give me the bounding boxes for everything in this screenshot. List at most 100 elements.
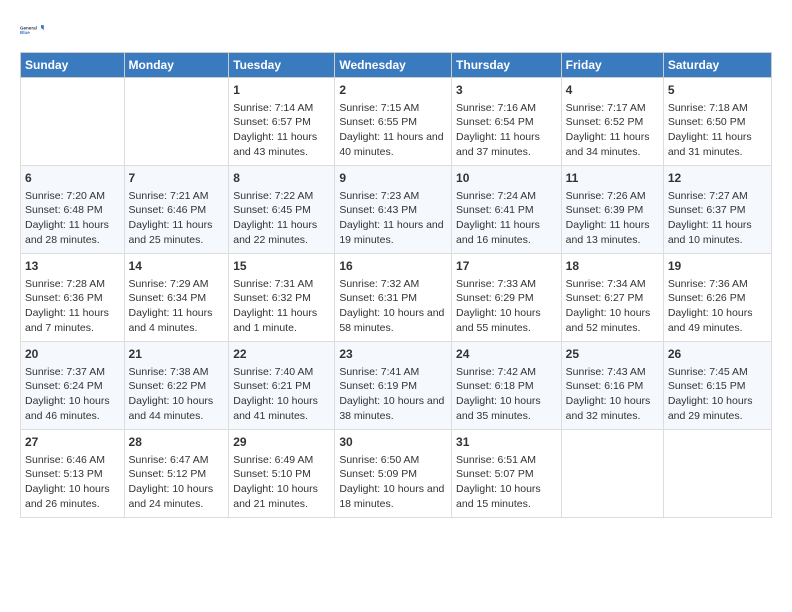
- day-number: 9: [339, 170, 447, 187]
- calendar-cell: 17Sunrise: 7:33 AM Sunset: 6:29 PM Dayli…: [452, 254, 562, 342]
- calendar-cell: 10 Sunrise: 7:24 AM Sunset: 6:41 PM Dayli…: [452, 166, 562, 254]
- calendar-cell: 3Sunrise: 7:16 AM Sunset: 6:54 PM Daylig…: [452, 78, 562, 166]
- calendar-cell: 7 Sunrise: 7:21 AM Sunset: 6:46 PM Daylig…: [124, 166, 229, 254]
- column-header-tuesday: Tuesday: [229, 53, 335, 78]
- day-number: 2: [339, 82, 447, 99]
- day-number: 6: [25, 170, 120, 187]
- cell-content: Sunrise: 7:29 AM Sunset: 6:34 PM Dayligh…: [129, 277, 225, 336]
- calendar-week-row: 6 Sunrise: 7:20 AM Sunset: 6:48 PM Daylig…: [21, 166, 772, 254]
- day-number: 4: [566, 82, 659, 99]
- calendar-week-row: 1Sunrise: 7:14 AM Sunset: 6:57 PM Daylig…: [21, 78, 772, 166]
- calendar-week-row: 27 Sunrise: 6:46 AM Sunset: 5:13 PM Dayli…: [21, 430, 772, 518]
- cell-content: Sunrise: 7:17 AM Sunset: 6:52 PM Dayligh…: [566, 101, 659, 160]
- calendar-cell: 19 Sunrise: 7:36 AM Sunset: 6:26 PM Dayli…: [663, 254, 771, 342]
- day-number: 26: [668, 346, 767, 363]
- day-number: 11: [566, 170, 659, 187]
- day-number: 1: [233, 82, 330, 99]
- calendar-cell: [663, 430, 771, 518]
- cell-content: Sunrise: 7:32 AM Sunset: 6:31 PM Dayligh…: [339, 277, 447, 336]
- cell-content: Sunrise: 7:22 AM Sunset: 6:45 PM Dayligh…: [233, 189, 330, 248]
- calendar-cell: [21, 78, 125, 166]
- cell-content: Sunrise: 7:24 AM Sunset: 6:41 PM Dayligh…: [456, 189, 557, 248]
- calendar-cell: 15 Sunrise: 7:31 AM Sunset: 6:32 PM Dayli…: [229, 254, 335, 342]
- calendar-cell: 30 Sunrise: 6:50 AM Sunset: 5:09 PM Dayli…: [335, 430, 452, 518]
- calendar-cell: 9Sunrise: 7:23 AM Sunset: 6:43 PM Daylig…: [335, 166, 452, 254]
- column-header-saturday: Saturday: [663, 53, 771, 78]
- day-number: 17: [456, 258, 557, 275]
- cell-content: Sunrise: 7:38 AM Sunset: 6:22 PM Dayligh…: [129, 365, 225, 424]
- day-number: 14: [129, 258, 225, 275]
- day-number: 23: [339, 346, 447, 363]
- day-number: 24: [456, 346, 557, 363]
- day-number: 28: [129, 434, 225, 451]
- day-number: 16: [339, 258, 447, 275]
- day-number: 22: [233, 346, 330, 363]
- cell-content: Sunrise: 7:18 AM Sunset: 6:50 PM Dayligh…: [668, 101, 767, 160]
- calendar-cell: 4 Sunrise: 7:17 AM Sunset: 6:52 PM Daylig…: [561, 78, 663, 166]
- cell-content: Sunrise: 7:42 AM Sunset: 6:18 PM Dayligh…: [456, 365, 557, 424]
- day-number: 19: [668, 258, 767, 275]
- day-number: 7: [129, 170, 225, 187]
- calendar-cell: 29Sunrise: 6:49 AM Sunset: 5:10 PM Dayli…: [229, 430, 335, 518]
- day-number: 27: [25, 434, 120, 451]
- day-number: 5: [668, 82, 767, 99]
- calendar-cell: 23 Sunrise: 7:41 AM Sunset: 6:19 PM Dayli…: [335, 342, 452, 430]
- cell-content: Sunrise: 6:50 AM Sunset: 5:09 PM Dayligh…: [339, 453, 447, 512]
- calendar-cell: [561, 430, 663, 518]
- day-number: 15: [233, 258, 330, 275]
- calendar-cell: 18 Sunrise: 7:34 AM Sunset: 6:27 PM Dayli…: [561, 254, 663, 342]
- day-number: 18: [566, 258, 659, 275]
- day-number: 10: [456, 170, 557, 187]
- day-number: 31: [456, 434, 557, 451]
- calendar-cell: 24 Sunrise: 7:42 AM Sunset: 6:18 PM Dayli…: [452, 342, 562, 430]
- column-header-friday: Friday: [561, 53, 663, 78]
- cell-content: Sunrise: 6:46 AM Sunset: 5:13 PM Dayligh…: [25, 453, 120, 512]
- calendar-cell: 11 Sunrise: 7:26 AM Sunset: 6:39 PM Dayli…: [561, 166, 663, 254]
- day-number: 20: [25, 346, 120, 363]
- calendar-cell: 14 Sunrise: 7:29 AM Sunset: 6:34 PM Dayli…: [124, 254, 229, 342]
- day-number: 13: [25, 258, 120, 275]
- day-number: 21: [129, 346, 225, 363]
- calendar-cell: 13Sunrise: 7:28 AM Sunset: 6:36 PM Dayli…: [21, 254, 125, 342]
- calendar-body: 1Sunrise: 7:14 AM Sunset: 6:57 PM Daylig…: [21, 78, 772, 518]
- logo: GeneralBlue: [20, 16, 48, 44]
- calendar-week-row: 13Sunrise: 7:28 AM Sunset: 6:36 PM Dayli…: [21, 254, 772, 342]
- day-number: 29: [233, 434, 330, 451]
- calendar-cell: 6 Sunrise: 7:20 AM Sunset: 6:48 PM Daylig…: [21, 166, 125, 254]
- column-header-thursday: Thursday: [452, 53, 562, 78]
- column-header-wednesday: Wednesday: [335, 53, 452, 78]
- calendar-cell: 26 Sunrise: 7:45 AM Sunset: 6:15 PM Dayli…: [663, 342, 771, 430]
- calendar-cell: 27 Sunrise: 6:46 AM Sunset: 5:13 PM Dayli…: [21, 430, 125, 518]
- logo-icon: GeneralBlue: [20, 16, 48, 44]
- calendar-cell: 1Sunrise: 7:14 AM Sunset: 6:57 PM Daylig…: [229, 78, 335, 166]
- calendar-cell: 16 Sunrise: 7:32 AM Sunset: 6:31 PM Dayli…: [335, 254, 452, 342]
- cell-content: Sunrise: 7:36 AM Sunset: 6:26 PM Dayligh…: [668, 277, 767, 336]
- svg-text:Blue: Blue: [20, 30, 30, 35]
- calendar-cell: [124, 78, 229, 166]
- cell-content: Sunrise: 7:15 AM Sunset: 6:55 PM Dayligh…: [339, 101, 447, 160]
- column-header-monday: Monday: [124, 53, 229, 78]
- day-number: 12: [668, 170, 767, 187]
- cell-content: Sunrise: 7:26 AM Sunset: 6:39 PM Dayligh…: [566, 189, 659, 248]
- cell-content: Sunrise: 7:45 AM Sunset: 6:15 PM Dayligh…: [668, 365, 767, 424]
- calendar-cell: 31 Sunrise: 6:51 AM Sunset: 5:07 PM Dayli…: [452, 430, 562, 518]
- cell-content: Sunrise: 7:27 AM Sunset: 6:37 PM Dayligh…: [668, 189, 767, 248]
- cell-content: Sunrise: 7:16 AM Sunset: 6:54 PM Dayligh…: [456, 101, 557, 160]
- calendar-cell: 21 Sunrise: 7:38 AM Sunset: 6:22 PM Dayli…: [124, 342, 229, 430]
- calendar-table: SundayMondayTuesdayWednesdayThursdayFrid…: [20, 52, 772, 518]
- svg-text:General: General: [20, 25, 37, 30]
- calendar-cell: 2 Sunrise: 7:15 AM Sunset: 6:55 PM Daylig…: [335, 78, 452, 166]
- cell-content: Sunrise: 7:34 AM Sunset: 6:27 PM Dayligh…: [566, 277, 659, 336]
- day-number: 25: [566, 346, 659, 363]
- cell-content: Sunrise: 7:31 AM Sunset: 6:32 PM Dayligh…: [233, 277, 330, 336]
- calendar-week-row: 20Sunrise: 7:37 AM Sunset: 6:24 PM Dayli…: [21, 342, 772, 430]
- cell-content: Sunrise: 7:41 AM Sunset: 6:19 PM Dayligh…: [339, 365, 447, 424]
- cell-content: Sunrise: 7:20 AM Sunset: 6:48 PM Dayligh…: [25, 189, 120, 248]
- calendar-cell: 20Sunrise: 7:37 AM Sunset: 6:24 PM Dayli…: [21, 342, 125, 430]
- cell-content: Sunrise: 7:21 AM Sunset: 6:46 PM Dayligh…: [129, 189, 225, 248]
- day-number: 30: [339, 434, 447, 451]
- cell-content: Sunrise: 6:51 AM Sunset: 5:07 PM Dayligh…: [456, 453, 557, 512]
- calendar-cell: 25 Sunrise: 7:43 AM Sunset: 6:16 PM Dayli…: [561, 342, 663, 430]
- cell-content: Sunrise: 7:43 AM Sunset: 6:16 PM Dayligh…: [566, 365, 659, 424]
- page-header: GeneralBlue: [20, 16, 772, 44]
